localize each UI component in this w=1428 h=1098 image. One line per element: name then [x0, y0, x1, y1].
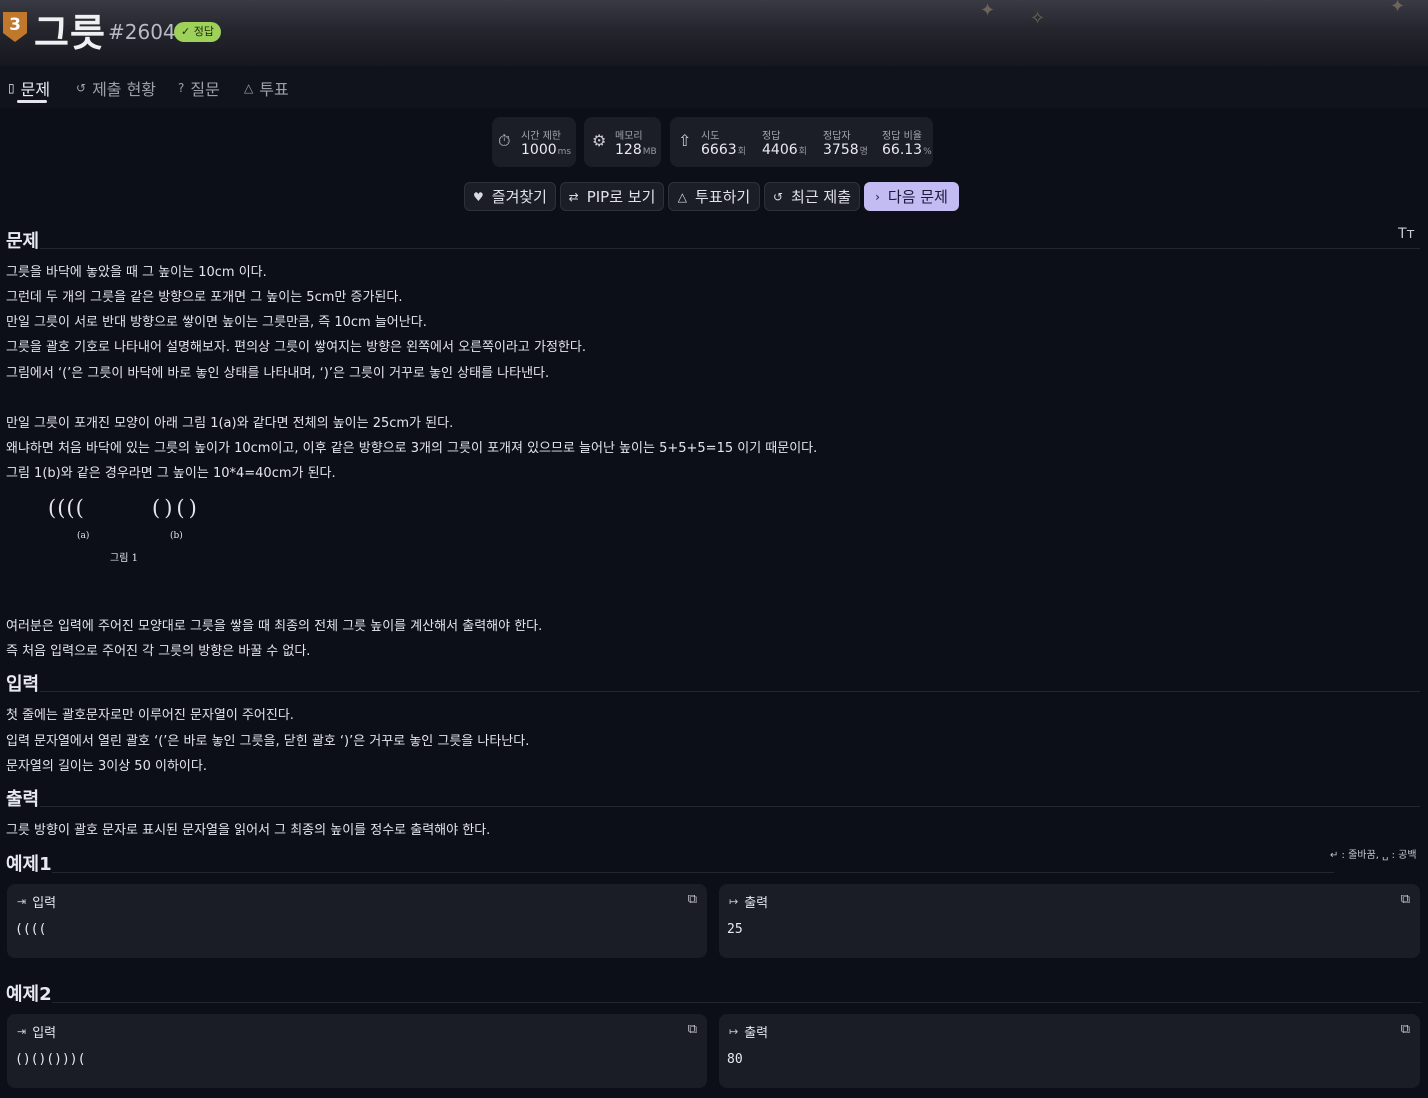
- history-icon: ↺: [772, 189, 784, 204]
- problem-text: 만일 그릇이 포개진 모양이 아래 그림 1(a)와 같다면 전체의 높이는 2…: [6, 416, 454, 431]
- problem-text: 즉 처음 입력으로 주어진 각 그릇의 방향은 바꿀 수 없다.: [6, 644, 311, 659]
- problem-title: 그릇: [34, 11, 106, 55]
- recent-submission-button[interactable]: ↺ 최근 제출: [764, 182, 860, 211]
- section-divider: [40, 248, 1420, 249]
- next-problem-button[interactable]: › 다음 문제: [864, 182, 959, 211]
- example-1-input-value: ((((: [15, 922, 47, 937]
- output-section-title: 출력: [6, 789, 40, 810]
- section-divider: [40, 806, 1420, 807]
- star-decoration-icon: ✦: [1390, 0, 1406, 17]
- problem-text: 그릇을 괄호 기호로 나타내어 설명해보자. 편의상 그릇이 쌓여지는 방향은 …: [6, 340, 586, 355]
- tier-badge-icon: 3: [3, 12, 27, 42]
- timer-icon: ⏱: [498, 131, 511, 150]
- tab-submissions[interactable]: ↺ 제출 현황: [76, 76, 156, 100]
- document-icon: ▯: [8, 81, 15, 95]
- heart-icon: ♥: [473, 189, 484, 204]
- example-1-title: 예제1: [6, 854, 52, 875]
- pip-icon: ⇄: [568, 189, 579, 204]
- upload-icon: ⇧: [678, 131, 692, 150]
- solved-badge: ✓ 정답: [174, 22, 221, 42]
- active-tab-indicator: [17, 100, 47, 103]
- example-2-output-value: 80: [727, 1052, 743, 1067]
- chevron-right-icon: ›: [875, 189, 880, 204]
- example-1-output-box: ↦ 출력 ⧉ 25: [719, 884, 1420, 958]
- submission-stats: ⇧ 시도 6663회 정답 4406회 정답자 3758명 정답 비율 66.1…: [670, 117, 933, 167]
- section-divider: [52, 1002, 1422, 1003]
- problem-text: 만일 그릇이 서로 반대 방향으로 쌓이면 높이는 그릇만큼, 즉 10cm 늘…: [6, 315, 427, 330]
- copy-icon[interactable]: ⧉: [1401, 892, 1410, 907]
- section-divider: [40, 691, 1420, 692]
- example-2-output-box: ↦ 출력 ⧉ 80: [719, 1014, 1420, 1088]
- problem-text: 왜냐하면 처음 바닥에 있는 그릇의 높이가 10cm이고, 이후 같은 방향으…: [6, 441, 818, 456]
- output-icon: ↦: [729, 1025, 739, 1038]
- tab-vote[interactable]: △ 투표: [244, 76, 289, 100]
- problem-number: #2604: [108, 20, 176, 44]
- output-icon: ↦: [729, 895, 739, 908]
- example-2-input-value: ()()()))(: [15, 1052, 86, 1067]
- star-decoration-icon: ✦: [980, 0, 996, 21]
- example-2-title: 예제2: [6, 984, 52, 1005]
- section-divider: [52, 872, 1334, 873]
- font-size-toggle-icon[interactable]: Tт: [1398, 226, 1415, 242]
- star-decoration-icon: ✧: [1030, 8, 1046, 29]
- example-2-input-box: ⇥ 입력 ⧉ ()()()))(: [7, 1014, 707, 1088]
- input-icon: ⇥: [17, 895, 27, 908]
- whitespace-legend: ↵ : 줄바꿈, ␣ : 공백: [1330, 850, 1417, 861]
- vote-button[interactable]: △ 투표하기: [668, 182, 760, 211]
- output-text: 그릇 방향이 괄호 문자로 표시된 문자열을 읽어서 그 최종의 높이를 정수로…: [6, 823, 491, 838]
- figure-b-bowls: ()(): [152, 496, 201, 520]
- time-limit-stat: ⏱ 시간 제한 1000ms: [492, 117, 576, 167]
- problem-text: 여러분은 입력에 주어진 모양대로 그릇을 쌓을 때 최종의 전체 그릇 높이를…: [6, 619, 543, 634]
- favorite-button[interactable]: ♥ 즐겨찾기: [464, 182, 556, 211]
- figure-a-label: (a): [77, 531, 90, 541]
- problem-text: 그림에서 ‘(’은 그릇이 바닥에 바로 놓인 상태를 나타내며, ‘)’은 그…: [6, 366, 550, 381]
- copy-icon[interactable]: ⧉: [688, 892, 697, 907]
- vote-icon: △: [677, 189, 688, 204]
- pip-button[interactable]: ⇄ PIP로 보기: [560, 182, 664, 211]
- tab-problem[interactable]: ▯ 문제: [8, 76, 50, 100]
- tab-questions[interactable]: ? 질문: [178, 76, 220, 100]
- example-1-input-box: ⇥ 입력 ⧉ ((((: [7, 884, 707, 958]
- problem-text: 그런데 두 개의 그릇을 같은 방향으로 포개면 그 높이는 5cm만 증가된다…: [6, 290, 403, 305]
- problem-header: ✦ ✧ ✦ 3 그릇 #2604 ✓ 정답: [0, 0, 1428, 66]
- figure-b-label: (b): [170, 531, 183, 541]
- input-section-title: 입력: [6, 674, 40, 695]
- copy-icon[interactable]: ⧉: [688, 1022, 697, 1037]
- memory-stat: ⚙ 메모리 128MB: [584, 117, 661, 167]
- figure-caption: 그림 1: [110, 553, 138, 564]
- figure-a-bowls: ((((: [48, 496, 85, 520]
- vote-icon: △: [244, 81, 254, 95]
- input-text: 첫 줄에는 괄호문자로만 이루어진 문자열이 주어진다.: [6, 708, 294, 723]
- chip-icon: ⚙: [592, 131, 607, 150]
- example-1-output-value: 25: [727, 922, 743, 937]
- input-text: 입력 문자열에서 열린 괄호 ‘(’은 바로 놓인 그릇을, 닫힌 괄호 ‘)’…: [6, 734, 530, 749]
- problem-section-title: 문제: [6, 231, 40, 252]
- input-icon: ⇥: [17, 1025, 27, 1038]
- question-icon: ?: [178, 81, 185, 95]
- copy-icon[interactable]: ⧉: [1401, 1022, 1410, 1037]
- input-text: 문자열의 길이는 3이상 50 이하이다.: [6, 759, 207, 774]
- history-icon: ↺: [76, 81, 87, 95]
- problem-text: 그릇을 바닥에 놓았을 때 그 높이는 10cm 이다.: [6, 265, 267, 280]
- tab-bar: ▯ 문제 ↺ 제출 현황 ? 질문 △ 투표: [0, 70, 1428, 108]
- problem-text: 그림 1(b)와 같은 경우라면 그 높이는 10*4=40cm가 된다.: [6, 466, 336, 481]
